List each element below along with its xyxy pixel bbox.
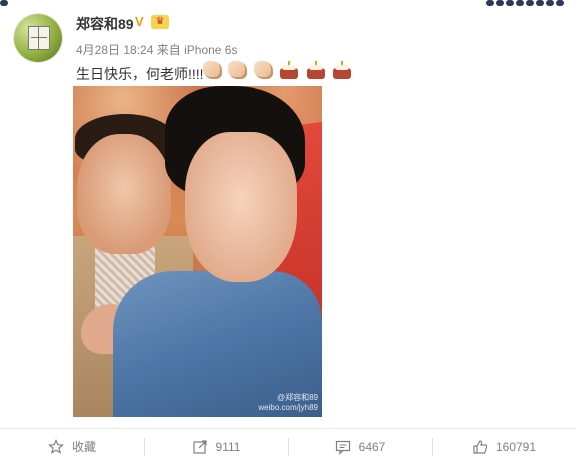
favorite-button[interactable]: 收藏 — [0, 429, 144, 464]
like-count: 160791 — [495, 439, 537, 454]
comment-count: 6467 — [358, 439, 386, 454]
cake-emoji-icon — [332, 61, 352, 79]
comment-button[interactable]: 6467 — [288, 429, 432, 464]
photo-watermark: @郑容和89 weibo.com/jyh89 — [258, 393, 318, 413]
repost-button[interactable]: 9111 — [144, 429, 288, 464]
like-button[interactable]: 160791 — [432, 429, 576, 464]
favorite-label: 收藏 — [71, 440, 96, 454]
post-text: 生日快乐，何老师!!!! — [76, 66, 204, 82]
emoji-row — [203, 61, 354, 81]
photo-person-right-face — [185, 132, 297, 282]
repost-count: 9111 — [215, 439, 241, 454]
post-photo[interactable]: @郑容和89 weibo.com/jyh89 — [73, 86, 322, 417]
comment-icon — [335, 439, 351, 455]
thumbs-up-icon — [472, 439, 488, 455]
member-crown-icon[interactable]: ♛ — [151, 15, 169, 29]
repost-icon — [192, 439, 208, 455]
action-bar: 收藏 9111 6467 160791 — [0, 429, 576, 464]
cake-emoji-icon — [306, 61, 326, 79]
avatar[interactable] — [14, 14, 62, 62]
post-source-prefix: 来自 — [156, 43, 181, 57]
post-timestamp[interactable]: 4月28日 18:24 — [76, 43, 153, 57]
clap-emoji-icon — [253, 61, 273, 79]
watermark-line1: @郑容和89 — [276, 393, 318, 402]
clap-emoji-icon — [203, 61, 222, 79]
clap-emoji-icon — [228, 61, 248, 79]
post-meta: 4月28日 18:24 来自 iPhone 6s — [76, 41, 237, 58]
photo-person-left-face — [77, 134, 171, 254]
verified-v-icon[interactable]: V — [135, 15, 148, 28]
watermark-line2: weibo.com/jyh89 — [258, 403, 318, 412]
username[interactable]: 郑容和89 — [76, 14, 134, 34]
avatar-logo-icon — [28, 26, 50, 50]
star-icon — [48, 438, 64, 455]
corner-decoration-left — [0, 0, 18, 8]
corner-decoration-right — [486, 0, 576, 8]
cake-emoji-icon — [279, 61, 299, 79]
post-source[interactable]: iPhone 6s — [184, 43, 237, 57]
